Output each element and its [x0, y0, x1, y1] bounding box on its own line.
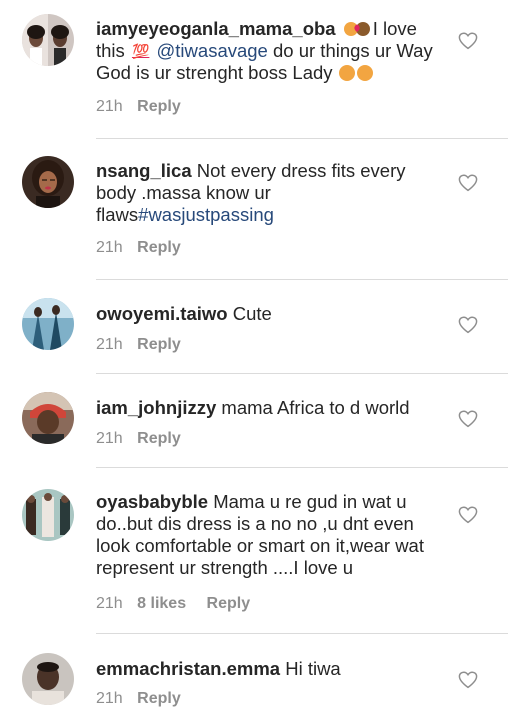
comment-meta: 21h Reply [96, 239, 181, 257]
divider [96, 467, 508, 468]
comment-text: emmachristan.emma Hi tiwa [96, 658, 441, 680]
comment-meta: 21h Reply [96, 336, 181, 354]
comment-text-part: Cute [232, 303, 272, 324]
avatar[interactable] [22, 14, 74, 66]
avatar[interactable] [22, 156, 74, 208]
reply-button[interactable]: Reply [137, 690, 181, 707]
comment-time: 21h [96, 336, 123, 353]
reply-button[interactable]: Reply [137, 239, 181, 256]
reply-button[interactable]: Reply [137, 336, 181, 353]
comment-meta: 21h Reply [96, 430, 181, 448]
comment-time: 21h [96, 595, 123, 612]
comment-meta: 21h 8 likes Reply [96, 595, 250, 613]
avatar[interactable] [22, 392, 74, 444]
comment-username[interactable]: owoyemi.taiwo [96, 303, 228, 324]
heart-outline-icon[interactable] [458, 174, 478, 192]
comment-username[interactable]: oyasbabyble [96, 491, 208, 512]
avatar[interactable] [22, 489, 74, 541]
comment-time: 21h [96, 690, 123, 707]
avatar[interactable] [22, 298, 74, 350]
comment-username[interactable]: emmachristan.emma [96, 658, 280, 679]
hashtag-link[interactable]: #wasjustpassing [138, 204, 274, 225]
divider [96, 138, 508, 139]
comment-text: owoyemi.taiwo Cute [96, 303, 441, 325]
person-emoji-icon [338, 65, 355, 81]
divider [96, 373, 508, 374]
comment-text-part: Hi tiwa [285, 658, 341, 679]
divider [96, 633, 508, 634]
reply-button[interactable]: Reply [137, 98, 181, 115]
comment-text: nsang_lica Not every dress fits every bo… [96, 160, 441, 226]
reply-button[interactable]: Reply [207, 595, 251, 612]
comment-username[interactable]: nsang_lica [96, 160, 192, 181]
comment-text: iam_johnjizzy mama Africa to d world [96, 397, 441, 419]
heart-outline-icon[interactable] [458, 316, 478, 334]
person-emoji-icon [356, 65, 373, 81]
comment-time: 21h [96, 98, 123, 115]
comment-time: 21h [96, 239, 123, 256]
mention-link[interactable]: @tiwasavage [157, 40, 268, 61]
comment-time: 21h [96, 430, 123, 447]
comment-meta: 21h Reply [96, 98, 181, 116]
heart-outline-icon[interactable] [458, 506, 478, 524]
heart-outline-icon[interactable] [458, 671, 478, 689]
comment-text-part: mama Africa to d world [221, 397, 410, 418]
avatar[interactable] [22, 653, 74, 705]
comment-username[interactable]: iamyeyeoganla_mama_oba [96, 18, 336, 39]
reply-button[interactable]: Reply [137, 430, 181, 447]
heart-outline-icon[interactable] [458, 32, 478, 50]
heart-outline-icon[interactable] [458, 410, 478, 428]
comment-text: oyasbabyble Mama u re gud in wat u do..b… [96, 491, 441, 579]
likes-count[interactable]: 8 likes [137, 595, 186, 612]
hundred-emoji-icon: 💯 [131, 43, 150, 59]
divider [96, 279, 508, 280]
kiss-emoji-icon [343, 20, 371, 36]
comment-username[interactable]: iam_johnjizzy [96, 397, 216, 418]
comment-text: iamyeyeoganla_mama_oba I love this 💯 @ti… [96, 18, 441, 84]
comment-meta: 21h Reply [96, 690, 181, 708]
